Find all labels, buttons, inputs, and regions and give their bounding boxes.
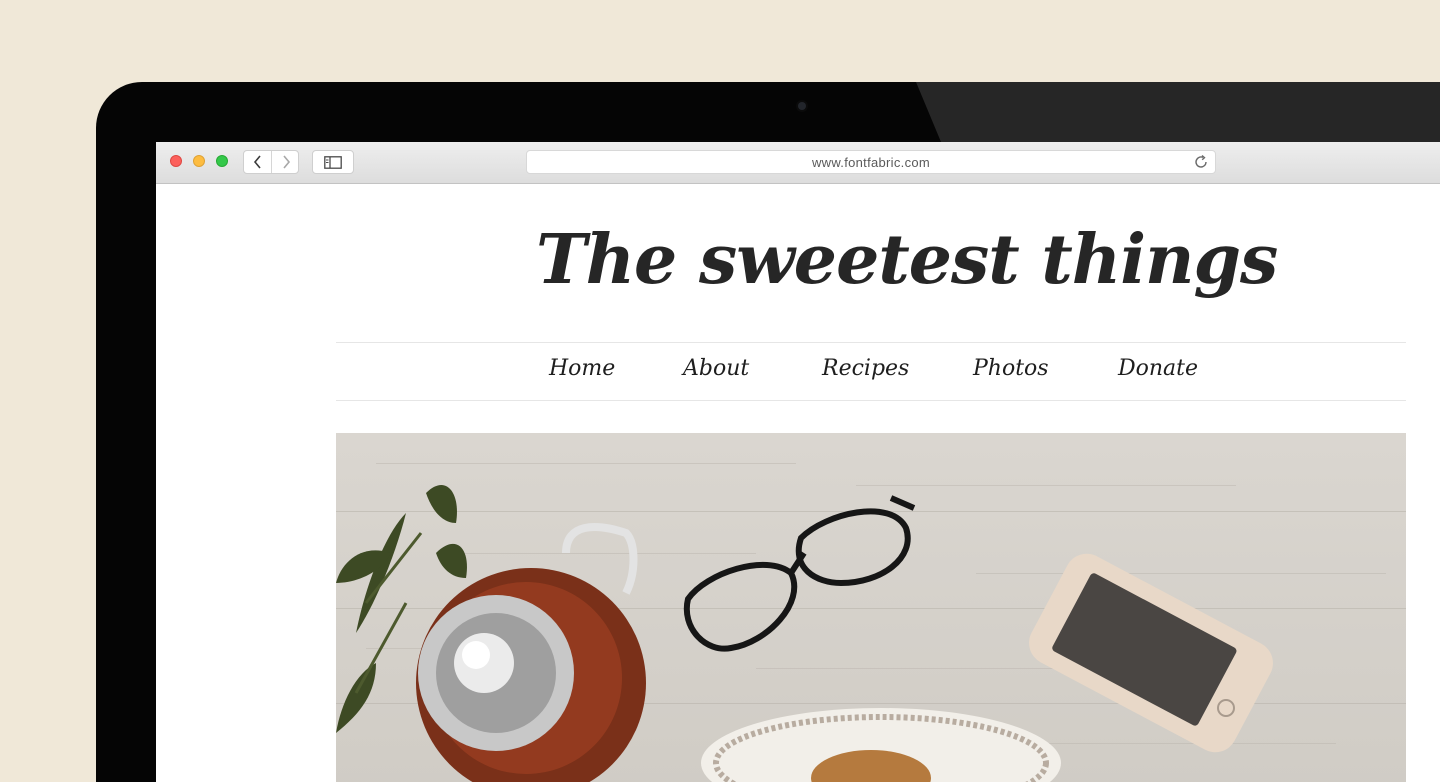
chevron-right-icon	[282, 155, 290, 169]
plate	[701, 708, 1061, 782]
bezel-reflection	[916, 82, 1440, 142]
nav-photos-link[interactable]: Photos	[973, 356, 1049, 381]
sidebar-toggle-button[interactable]	[312, 150, 354, 174]
browser-toolbar: www.fontfabric.com	[156, 142, 1440, 184]
reload-icon[interactable]	[1193, 154, 1209, 170]
forward-button[interactable]	[272, 151, 299, 173]
hero-image	[336, 433, 1406, 782]
camera-icon	[798, 102, 806, 110]
hero-illustration	[336, 484, 1273, 782]
eyeglasses	[683, 495, 916, 652]
browser-window: www.fontfabric.com The sweetest things H…	[156, 142, 1440, 782]
address-bar[interactable]: www.fontfabric.com	[526, 150, 1216, 174]
site-title: The sweetest things	[536, 220, 1278, 300]
nav-recipes-link[interactable]: Recipes	[822, 356, 909, 381]
sidebar-icon	[324, 155, 342, 169]
minimize-window-button[interactable]	[193, 155, 205, 167]
smartphone	[1029, 553, 1273, 753]
history-nav-buttons	[243, 150, 299, 174]
zoom-window-button[interactable]	[216, 155, 228, 167]
nav-about-link[interactable]: About	[683, 356, 749, 381]
nav-donate-link[interactable]: Donate	[1118, 356, 1198, 381]
chevron-left-icon	[253, 155, 261, 169]
back-button[interactable]	[244, 151, 272, 173]
main-navigation: Home About Recipes Photos Donate	[336, 342, 1406, 401]
url-text: www.fontfabric.com	[811, 155, 931, 170]
laptop-bezel: www.fontfabric.com The sweetest things H…	[96, 82, 1440, 782]
close-window-button[interactable]	[170, 155, 182, 167]
nav-home-link[interactable]: Home	[549, 356, 615, 381]
